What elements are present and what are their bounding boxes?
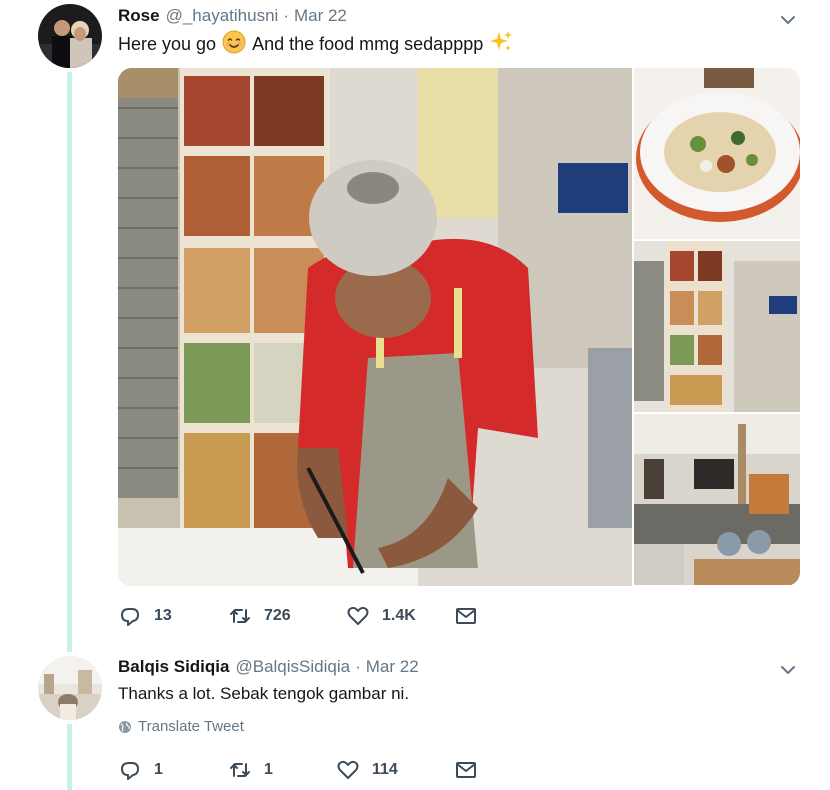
retweet-button[interactable]: 726 [228,604,346,628]
direct-message-button[interactable] [454,758,478,782]
tweet-date[interactable]: Mar 22 [366,657,419,677]
reply-button[interactable]: 1 [118,758,228,782]
reply-count: 13 [154,607,172,624]
heart-icon [347,606,369,625]
tweet-actions: 13 726 1.4K [118,604,478,628]
tweet-text: Here you go And the food mmg sedapppp [118,30,519,59]
display-name[interactable]: Balqis Sidiqia [118,657,229,677]
chevron-down-icon[interactable] [778,660,798,680]
avatar-balqis[interactable] [38,656,102,720]
display-name[interactable]: Rose [118,6,160,26]
direct-message-button[interactable] [454,604,478,628]
globe-icon [119,720,131,733]
sparkles-emoji-icon [489,30,513,59]
like-count: 114 [372,761,398,778]
chevron-down-icon[interactable] [778,10,798,30]
reply-actions: 1 1 114 [118,758,478,782]
tweet-date[interactable]: Mar 22 [294,6,347,26]
heart-icon [337,760,359,779]
reply-header: Balqis Sidiqia @BalqisSidiqia · Mar 22 [118,657,419,677]
photo-menu-banner[interactable] [634,241,800,412]
reply-icon [121,608,139,626]
reply-button[interactable]: 13 [118,604,228,628]
thread-line-bottom [67,724,72,790]
like-count: 1.4K [382,607,416,624]
separator-dot: · [283,6,289,25]
tweet-text-part-1: Here you go [118,34,217,54]
user-handle[interactable]: @BalqisSidiqia [235,657,350,677]
retweet-count: 726 [264,607,291,624]
translate-label: Translate Tweet [138,718,244,735]
photo-shop-interior[interactable] [634,414,800,585]
reply-text: Thanks a lot. Sebak tengok gambar ni. [118,684,410,703]
translate-tweet-link[interactable]: Translate Tweet [118,718,244,735]
reply-icon [121,762,139,780]
smiling-face-emoji-icon [222,30,246,59]
tweet-header: Rose @_hayatihusni · Mar 22 [118,6,347,26]
envelope-icon [456,608,476,624]
photo-main[interactable] [118,68,632,586]
reply-count: 1 [154,761,163,778]
retweet-icon [230,763,250,777]
retweet-icon [230,609,250,623]
user-handle[interactable]: @_hayatihusni [166,6,279,26]
like-button[interactable]: 114 [336,758,454,782]
like-button[interactable]: 1.4K [346,604,454,628]
photo-food[interactable] [634,68,800,239]
envelope-icon [456,762,476,778]
retweet-count: 1 [264,761,273,778]
avatar-rose[interactable] [38,4,102,68]
thread-line-top [67,72,72,652]
media-grid [118,68,800,586]
retweet-button[interactable]: 1 [228,758,336,782]
tweet-text-part-2: And the food mmg sedapppp [252,34,484,54]
separator-dot: · [355,657,361,676]
